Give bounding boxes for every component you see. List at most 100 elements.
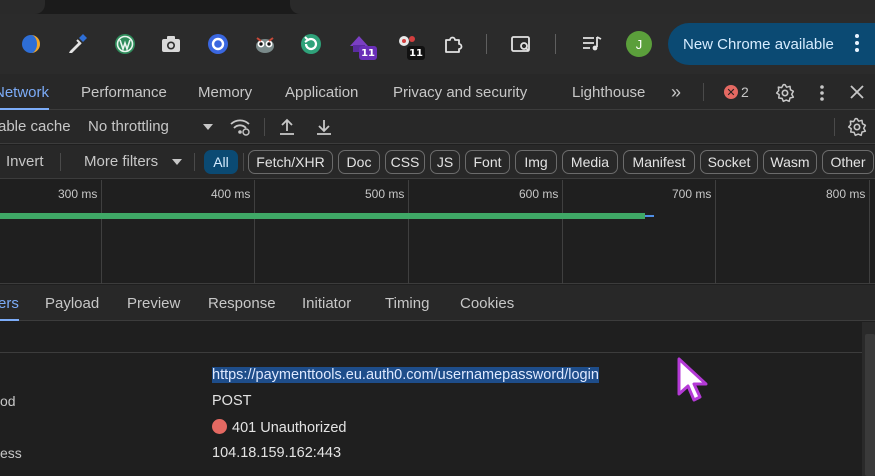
tab-initiator[interactable]: Initiator [302,285,351,321]
filter-all[interactable]: All [204,150,238,174]
browser-toolbar: 11 11 J New Chrome available [0,14,875,74]
tab-search-icon[interactable] [509,32,533,56]
filter-img[interactable]: Img [515,150,557,174]
filter-css[interactable]: CSS [385,150,425,174]
toolbar-divider [555,34,556,54]
filter-manifest[interactable]: Manifest [623,150,695,174]
filter-doc[interactable]: Doc [338,150,380,174]
blue-circle-extension-icon[interactable] [206,32,230,56]
disable-cache-checkbox-label[interactable]: able cache [0,110,71,144]
tab-application[interactable]: Application [285,74,358,110]
color-dropper-extension-icon[interactable] [65,32,89,56]
settings-gear-icon[interactable] [774,82,796,104]
purple-extension-icon[interactable]: 11 [347,32,377,60]
toolbar-divider [264,118,265,136]
filter-socket[interactable]: Socket [700,150,758,174]
headers-panel: https://paymenttools.eu.auth0.com/userna… [0,322,862,476]
request-url-value[interactable]: https://paymenttools.eu.auth0.com/userna… [212,367,599,383]
tab-performance[interactable]: Performance [81,74,167,110]
network-conditions-icon[interactable] [229,117,251,137]
error-count: 2 [741,84,749,100]
more-options-icon[interactable] [814,82,830,104]
update-label: New Chrome available [683,35,834,53]
request-method-value[interactable]: POST [212,393,251,409]
timeline-tick-label: 500 ms [365,187,405,201]
refresh-extension-icon[interactable] [299,32,323,56]
filter-font[interactable]: Font [465,150,510,174]
close-icon[interactable] [847,82,867,102]
status-code-value: 401 Unauthorized [232,420,347,436]
new-chrome-available-button[interactable]: New Chrome available [668,23,875,65]
camera-extension-icon[interactable] [159,32,183,56]
more-filters-dropdown[interactable]: More filters [84,145,158,179]
chevron-down-icon[interactable] [201,120,215,134]
timeline-tick-label: 800 ms [826,187,866,201]
chevron-down-icon[interactable] [170,155,184,169]
tab-response[interactable]: Response [208,285,276,321]
status-code-row[interactable]: 401 Unauthorized [212,419,346,436]
filter-media[interactable]: Media [562,150,618,174]
tab-headers[interactable]: ers [0,285,19,321]
browser-tab[interactable] [0,0,45,14]
timeline-gridline [562,180,563,284]
toolbar-divider [486,34,487,54]
status-error-icon [212,419,227,434]
filter-js[interactable]: JS [430,150,460,174]
filter-wasm[interactable]: Wasm [763,150,817,174]
toolbar-divider [60,153,61,171]
devtools-panel-tabs: Network Performance Memory Application P… [0,74,875,110]
owl-extension-icon[interactable] [253,32,277,56]
network-toolbar: able cache No throttling [0,110,875,144]
timeline-gridline [101,180,102,284]
tab-lighthouse[interactable]: Lighthouse [572,74,645,110]
scrollbar-thumb[interactable] [865,334,875,476]
request-detail-tabs: ers Payload Preview Response Initiator T… [0,285,875,321]
tab-payload[interactable]: Payload [45,285,99,321]
puzzle-icon[interactable] [441,32,465,56]
timeline-tick-label: 400 ms [211,187,251,201]
throttling-select[interactable]: No throttling [88,110,169,144]
more-tabs-chevron-icon[interactable]: » [666,82,686,102]
browser-tab[interactable] [290,0,875,14]
media-controls-icon[interactable] [580,32,604,56]
import-har-icon[interactable] [277,117,297,137]
request-method-key: od [0,393,16,409]
extension-badge: 11 [359,46,377,60]
network-settings-gear-icon[interactable] [846,116,868,138]
tab-preview[interactable]: Preview [127,285,180,321]
timeline-tick-label: 300 ms [58,187,98,201]
filter-fetch-xhr[interactable]: Fetch/XHR [248,150,333,174]
remote-address-value[interactable]: 104.18.159.162:443 [212,445,341,461]
toolbar-divider [243,153,244,171]
game-extension-icon[interactable]: 11 [395,32,425,60]
tab-memory[interactable]: Memory [198,74,252,110]
timeline-gridline [869,180,870,284]
browser-menu-icon[interactable] [855,34,859,54]
wordpress-extension-icon[interactable] [113,32,137,56]
request-timing-bar [0,213,645,219]
mouse-cursor-icon [677,357,708,402]
error-count-badge[interactable]: ✕ 2 [724,84,749,100]
avatar[interactable]: J [626,31,652,57]
filter-bar: Invert More filters All Fetch/XHR Doc CS… [0,145,875,179]
tab-timing[interactable]: Timing [385,285,429,321]
toolbar-divider [703,83,704,101]
extension-badge: 11 [407,46,425,60]
export-har-icon[interactable] [314,117,334,137]
tab-strip [0,0,875,14]
section-divider [0,352,862,353]
toolbar-divider [834,118,835,136]
tab-privacy-and-security[interactable]: Privacy and security [393,74,527,110]
toolbar-divider [194,153,195,171]
timeline-tick-label: 600 ms [519,187,559,201]
remote-address-key: ess [0,445,22,461]
tab-cookies[interactable]: Cookies [460,285,514,321]
invert-checkbox-label[interactable]: Invert [6,145,44,179]
tab-network[interactable]: Network [0,74,50,110]
timeline-gridline [254,180,255,284]
network-overview-timeline[interactable]: 300 ms 400 ms 500 ms 600 ms 700 ms 800 m… [0,180,875,284]
filter-other[interactable]: Other [822,150,874,174]
half-moon-extension-icon[interactable] [19,32,43,56]
timeline-gridline [408,180,409,284]
timeline-tick-label: 700 ms [672,187,712,201]
